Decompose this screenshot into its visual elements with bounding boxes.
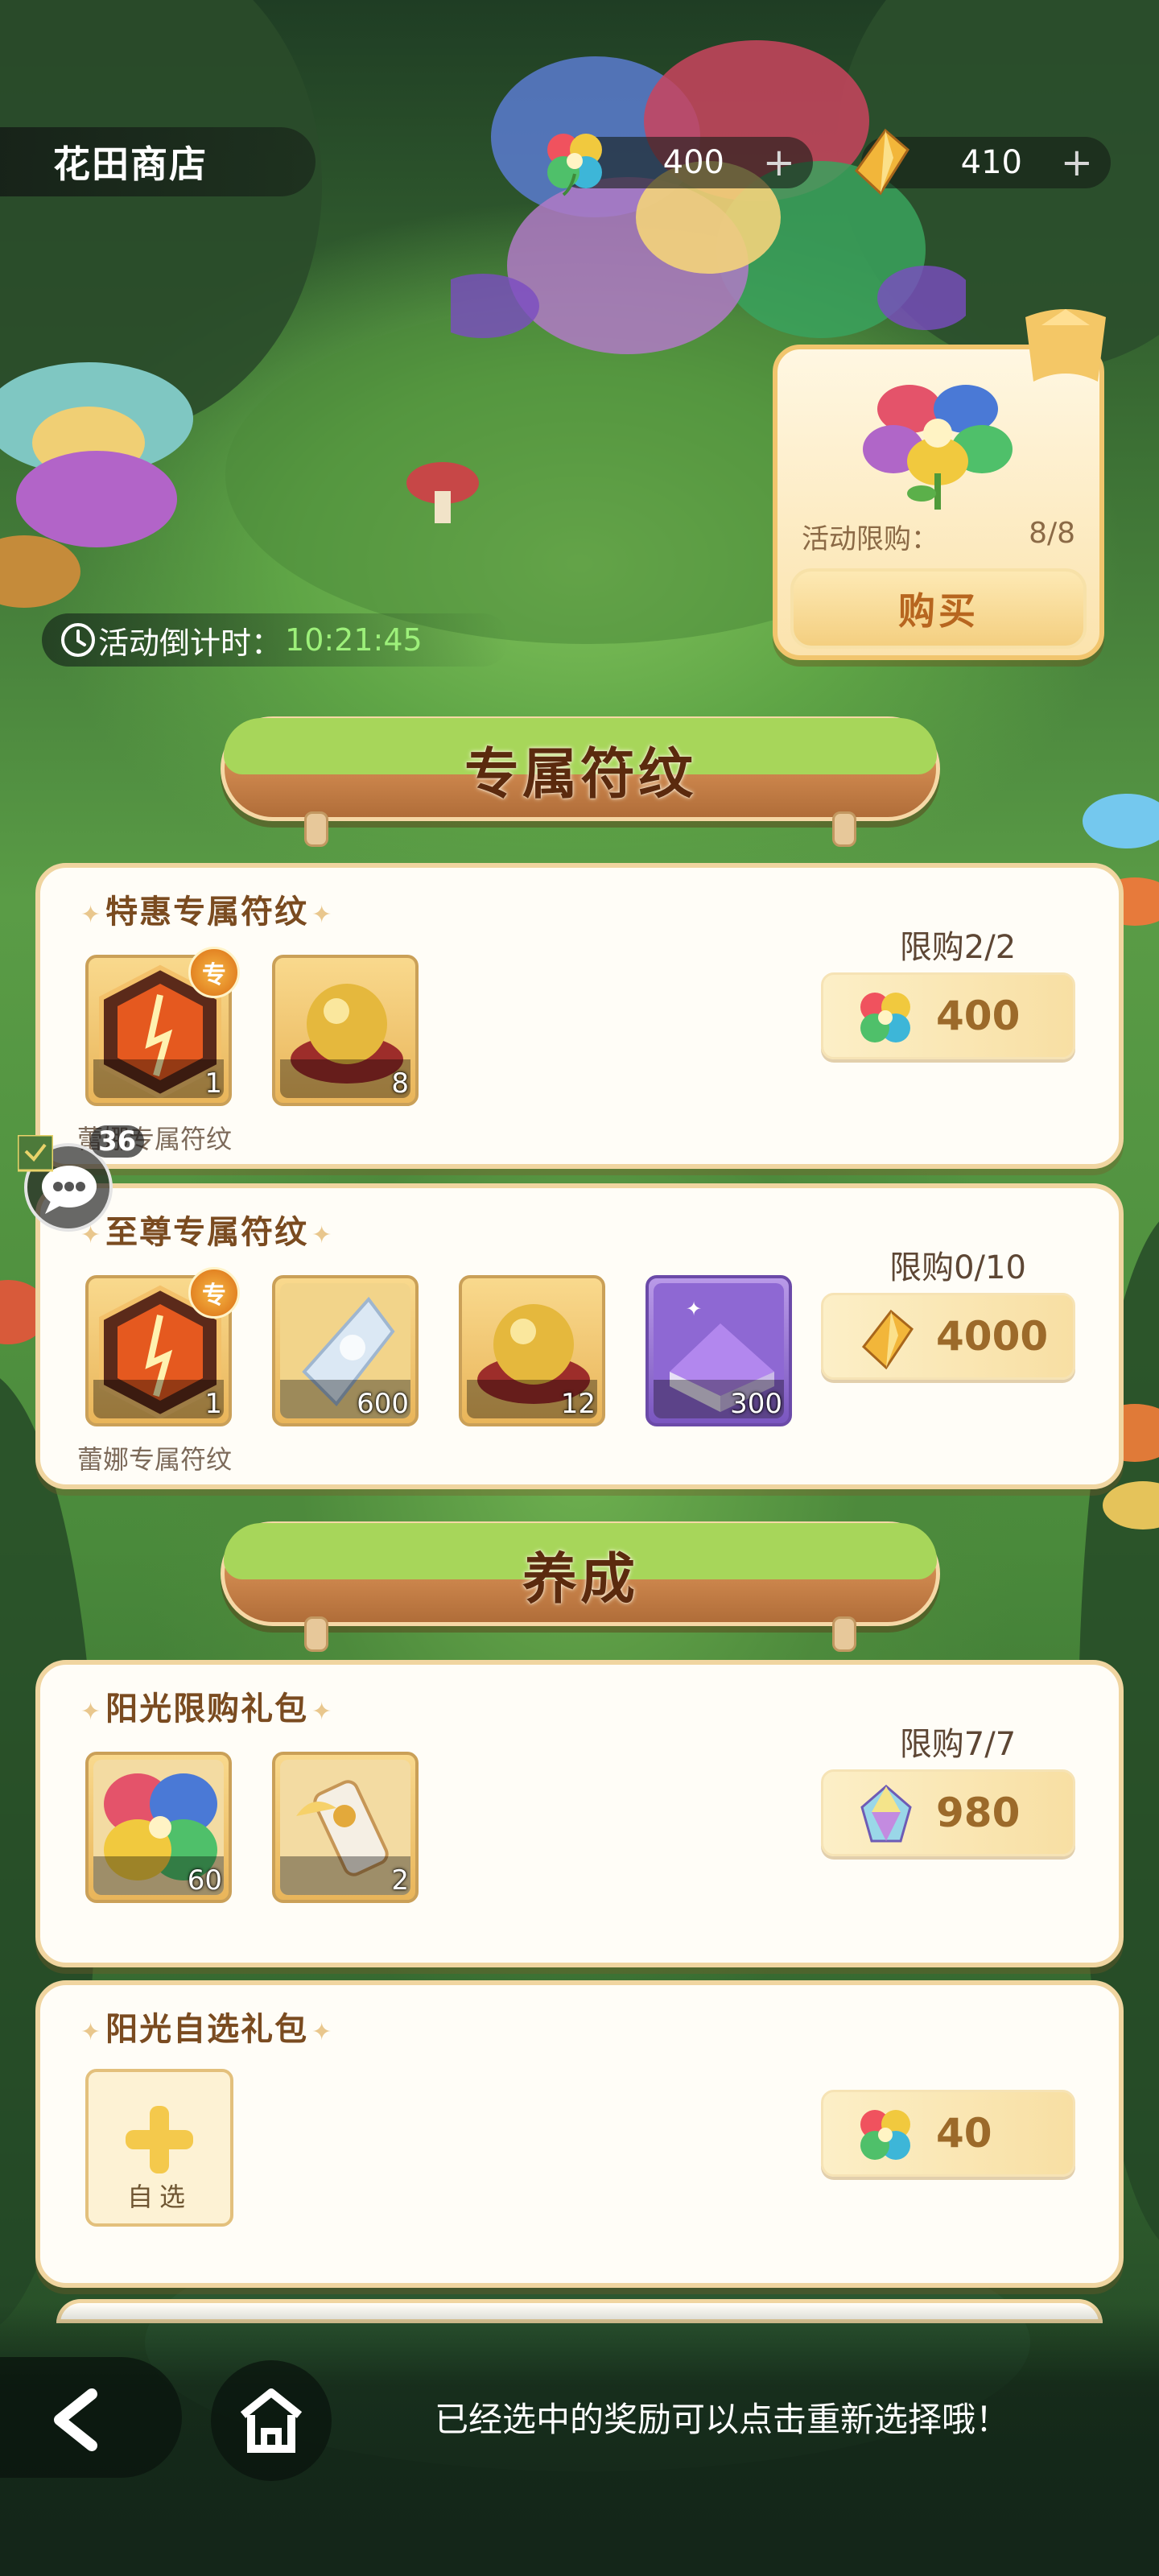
mushroom-decoration [0, 362, 193, 608]
panel-title: 至尊专属符纹 [77, 1206, 336, 1253]
section-banner-exclusive-rune: 专属符纹 [221, 716, 940, 847]
item-count: 12 [560, 1388, 596, 1420]
panel-title: 阳光自选礼包 [77, 2003, 336, 2050]
item-caption: 蕾娜专属符纹 [77, 1444, 233, 1475]
rainbow-flower-icon [860, 993, 910, 1042]
rainbow-gem-icon [860, 1785, 912, 1843]
purchase-limit: 限购7/7 [899, 1726, 1017, 1763]
price-button[interactable]: 40 [821, 2090, 1075, 2177]
event-countdown: 活动倒计时： 10:21:45 [42, 613, 509, 667]
item-count: 600 [357, 1388, 409, 1420]
purchase-limit: 限购0/10 [889, 1249, 1026, 1286]
add-gem-currency-button[interactable]: + [1061, 140, 1093, 185]
section-title: 养成 [522, 1547, 638, 1612]
item-count: 60 [187, 1864, 222, 1897]
gem-currency: 410 + [855, 128, 1111, 196]
section-title: 专属符纹 [464, 742, 696, 807]
select-label: 自选 [126, 2182, 192, 2212]
scroll-item[interactable]: 2 [272, 1752, 419, 1903]
rainbow-flower-icon [863, 385, 1013, 510]
rainbow-flower-icon [547, 134, 602, 196]
countdown-time: 10:21:45 [285, 622, 423, 658]
giant-flower-decoration [451, 40, 966, 354]
clover-flower-item[interactable]: 60 [85, 1752, 232, 1903]
discount-rune-panel: 特惠专属符纹 专 1 蕾娜专属符纹 8 限购2/2 [35, 863, 1124, 1169]
price-button[interactable]: 4000 [821, 1293, 1075, 1380]
flower-currency: 400 + [547, 134, 813, 196]
purchase-limit: 限购2/2 [899, 929, 1017, 966]
flower-currency-amount: 400 [662, 144, 724, 181]
red-mushroom-decoration [406, 462, 479, 523]
price-value: 980 [936, 1790, 1021, 1836]
flag-icon [18, 1135, 53, 1172]
svg-text:✦: ✦ [686, 1298, 702, 1320]
price-value: 4000 [936, 1313, 1049, 1360]
panel-title: 特惠专属符纹 [77, 886, 336, 932]
gold-orb-item[interactable]: 8 [272, 955, 419, 1106]
promo-limit-label: 活动限购： [802, 523, 938, 555]
corner-ribbon-icon [1025, 309, 1106, 382]
promo-limit-value: 8/8 [1029, 517, 1075, 550]
purple-dust-item[interactable]: ✦ 300 [645, 1275, 792, 1426]
price-value: 400 [936, 993, 1021, 1039]
add-flower-currency-button[interactable]: + [763, 140, 795, 185]
chat-unread-count: 36 [90, 1125, 145, 1158]
home-button[interactable] [211, 2360, 332, 2481]
gold-crystal-icon [855, 128, 909, 196]
item-count: 1 [204, 1067, 222, 1100]
sunshine-limited-pack-panel: 阳光限购礼包 60 2 限购7/7 [35, 1660, 1124, 1967]
plus-icon [126, 2106, 193, 2174]
back-button[interactable] [0, 2357, 182, 2478]
exclusive-badge: 专 [188, 947, 240, 998]
price-value: 40 [936, 2110, 992, 2157]
back-arrow-icon [54, 2388, 97, 2451]
item-count: 300 [730, 1388, 782, 1420]
rune-item[interactable]: 专 1 [85, 947, 240, 1106]
clock-icon [61, 623, 95, 657]
gem-currency-amount: 410 [960, 144, 1022, 181]
price-button[interactable]: 400 [821, 972, 1075, 1059]
section-banner-growth: 养成 [221, 1521, 940, 1652]
home-icon [240, 2388, 303, 2453]
item-count: 8 [391, 1067, 409, 1100]
limited-flower-promo-card: 活动限购： 8/8 购买 [773, 309, 1106, 660]
rainbow-flower-icon [860, 2110, 910, 2160]
item-count: 1 [204, 1388, 222, 1420]
sunshine-select-pack-panel: 阳光自选礼包 自选 40 [35, 1980, 1124, 2288]
supreme-rune-panel: 至尊专属符纹 专 1 蕾娜专属符纹 600 [35, 1183, 1124, 1489]
rune-item[interactable]: 专 1 [85, 1267, 240, 1426]
gold-crystal-icon [861, 1309, 914, 1370]
shop-title: 花田商店 [0, 127, 316, 196]
panel-title: 阳光限购礼包 [77, 1682, 336, 1729]
price-button[interactable]: 980 [821, 1769, 1075, 1856]
crystal-shard-item[interactable]: 600 [272, 1275, 419, 1426]
footer-hint: 已经选中的奖励可以点击重新选择哦！ [435, 2400, 1010, 2439]
promo-buy-button[interactable]: 购买 [790, 568, 1087, 649]
countdown-label: 活动倒计时： [98, 625, 283, 661]
item-count: 2 [391, 1864, 409, 1897]
select-reward-slot[interactable]: 自选 [85, 2069, 233, 2227]
gold-orb-item[interactable]: 12 [459, 1275, 605, 1426]
exclusive-badge: 专 [188, 1267, 240, 1319]
